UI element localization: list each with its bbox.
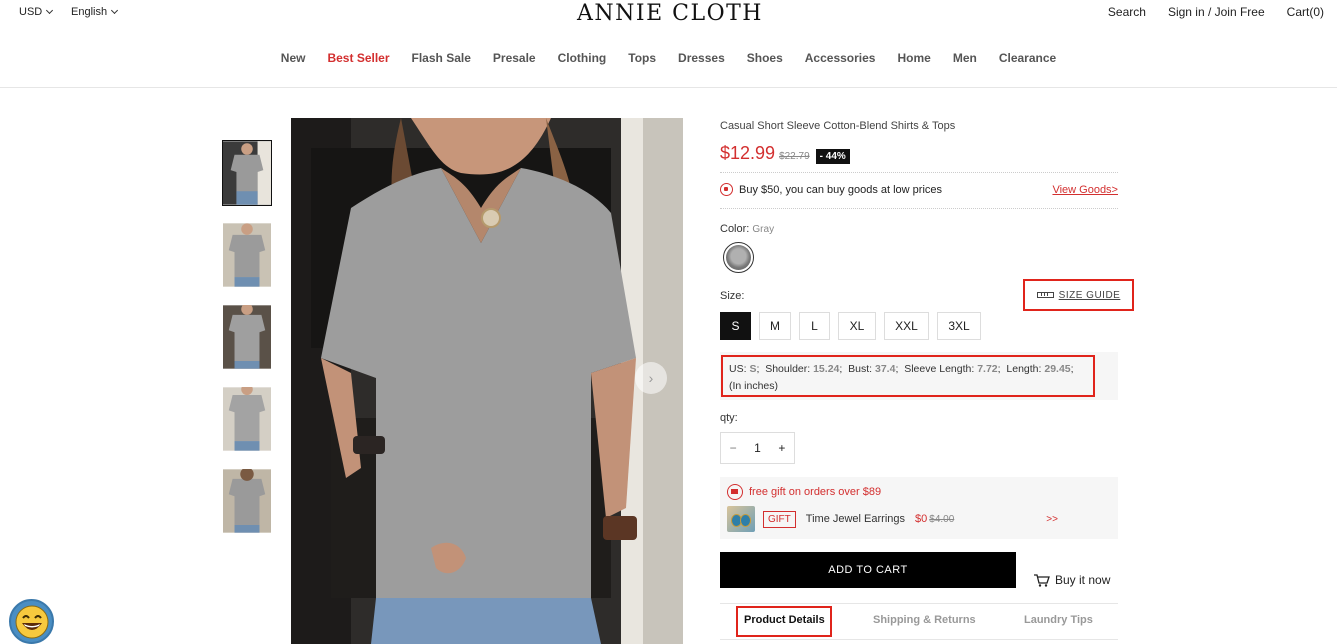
main-nav: New Best Seller Flash Sale Presale Cloth… — [0, 51, 1337, 65]
gift-tag: GIFT — [763, 510, 796, 528]
site-logo[interactable]: ANNIE CLOTH — [577, 1, 763, 26]
gift-more-link[interactable]: >> — [1046, 514, 1058, 525]
measure-label: Bust: — [848, 363, 873, 375]
size-option-s[interactable]: S — [720, 312, 751, 340]
buy-now-button[interactable]: Buy it now — [1034, 573, 1110, 587]
size-guide-label: SIZE GUIDE — [1058, 289, 1121, 301]
measure-unit: (In inches) — [729, 380, 779, 392]
original-price: $22.79 — [779, 151, 810, 162]
divider — [720, 172, 1118, 173]
size-options: S M L XL XXL 3XL — [720, 312, 981, 340]
currency-label: USD — [19, 6, 43, 18]
tabs-divider — [720, 639, 1118, 640]
tab-laundry-tips[interactable]: Laundry Tips — [1024, 614, 1093, 626]
promo-banner: Buy $50, you can buy goods at low prices… — [720, 183, 1118, 196]
nav-item-men[interactable]: Men — [953, 51, 977, 65]
gift-thumbnail — [727, 506, 755, 532]
size-measurements: US: S; Shoulder: 15.24; Bust: 37.4; Slee… — [721, 355, 1095, 397]
nav-item-tops[interactable]: Tops — [628, 51, 656, 65]
current-price: $12.99 — [720, 143, 776, 163]
measure-label: Shoulder: — [765, 363, 811, 375]
nav-item-new[interactable]: New — [281, 51, 306, 65]
cart-icon — [1034, 573, 1050, 587]
search-link[interactable]: Search — [1108, 5, 1146, 19]
qty-decrease-button[interactable]: − — [721, 441, 745, 455]
nav-item-presale[interactable]: Presale — [493, 51, 536, 65]
measure-value: 15.24 — [813, 363, 840, 375]
nav-item-dresses[interactable]: Dresses — [678, 51, 725, 65]
product-thumbnail[interactable] — [222, 304, 272, 370]
chat-button[interactable] — [9, 599, 54, 644]
smiley-icon — [15, 605, 48, 638]
ruler-icon — [1036, 292, 1054, 298]
chevron-right-icon: › — [648, 370, 654, 386]
size-option-3xl[interactable]: 3XL — [937, 312, 981, 340]
color-label: Color: Gray — [720, 223, 774, 235]
buy-now-label: Buy it now — [1055, 573, 1111, 587]
nav-item-shoes[interactable]: Shoes — [747, 51, 783, 65]
nav-item-clearance[interactable]: Clearance — [999, 51, 1056, 65]
language-selector[interactable]: English — [71, 6, 119, 18]
size-guide-button[interactable]: SIZE GUIDE — [1023, 279, 1134, 311]
view-goods-link[interactable]: View Goods> — [1052, 184, 1118, 196]
tab-product-details[interactable]: Product Details — [744, 614, 825, 626]
size-label: Size: — [720, 290, 745, 302]
measure-value: S — [749, 363, 757, 375]
price-row: $12.99 $22.79 - 44% — [720, 143, 850, 164]
qty-value[interactable]: 1 — [745, 441, 769, 455]
measure-value: 29.45 — [1044, 363, 1071, 375]
measure-label: Sleeve Length: — [904, 363, 975, 375]
promo-text: Buy $50, you can buy goods at low prices — [739, 183, 943, 196]
measure-value: 37.4 — [875, 363, 896, 375]
nav-item-flash-sale[interactable]: Flash Sale — [412, 51, 471, 65]
product-thumbnail[interactable] — [222, 386, 272, 452]
add-to-cart-button[interactable]: ADD TO CART — [720, 552, 1016, 588]
tab-shipping-returns[interactable]: Shipping & Returns — [873, 614, 976, 626]
size-option-l[interactable]: L — [799, 312, 830, 340]
thumbnail-list — [222, 140, 274, 550]
cart-link[interactable]: Cart(0) — [1287, 5, 1324, 19]
product-thumbnail[interactable] — [222, 222, 272, 288]
measure-label: US: — [729, 363, 747, 375]
product-title: Casual Short Sleeve Cotton-Blend Shirts … — [720, 120, 956, 132]
signin-link[interactable]: Sign in / Join Free — [1168, 5, 1265, 19]
nav-item-home[interactable]: Home — [897, 51, 930, 65]
gift-price: $0 — [915, 513, 928, 525]
gift-offer: free gift on orders over $89 — [727, 484, 881, 500]
nav-divider — [0, 87, 1337, 88]
gift-icon — [727, 484, 743, 500]
top-bar: USD English ANNIE CLOTH Search Sign in /… — [0, 0, 1337, 26]
color-swatch-gray[interactable] — [723, 242, 754, 273]
product-thumbnail[interactable] — [222, 140, 272, 206]
nav-item-accessories[interactable]: Accessories — [805, 51, 876, 65]
next-image-button[interactable]: › — [635, 362, 667, 394]
size-option-xxl[interactable]: XXL — [884, 312, 929, 340]
qty-label: qty: — [720, 412, 738, 424]
gift-original-price: $4.00 — [929, 513, 955, 525]
product-thumbnail[interactable] — [222, 468, 272, 534]
measure-label: Length: — [1006, 363, 1042, 375]
nav-item-best-seller[interactable]: Best Seller — [327, 51, 389, 65]
gift-name: Time Jewel Earrings — [805, 513, 906, 525]
color-label-text: Color: — [720, 223, 750, 235]
gift-item[interactable]: GIFT Time Jewel Earrings $0 $4.00 >> — [727, 506, 1058, 532]
size-option-m[interactable]: M — [759, 312, 791, 340]
divider — [720, 208, 1118, 209]
measure-value: 7.72 — [977, 363, 998, 375]
chevron-down-icon — [46, 6, 54, 15]
main-product-image[interactable] — [291, 118, 683, 644]
coupon-icon — [720, 183, 733, 196]
gift-offer-text: free gift on orders over $89 — [749, 486, 882, 498]
size-option-xl[interactable]: XL — [838, 312, 876, 340]
chevron-down-icon — [111, 6, 119, 15]
color-value: Gray — [752, 224, 775, 235]
currency-selector[interactable]: USD — [19, 6, 54, 18]
language-label: English — [71, 6, 108, 18]
qty-increase-button[interactable]: + — [770, 441, 794, 455]
tabs-divider — [720, 603, 1118, 604]
quantity-stepper: − 1 + — [720, 432, 795, 464]
nav-item-clothing[interactable]: Clothing — [558, 51, 607, 65]
discount-badge: - 44% — [815, 149, 850, 164]
